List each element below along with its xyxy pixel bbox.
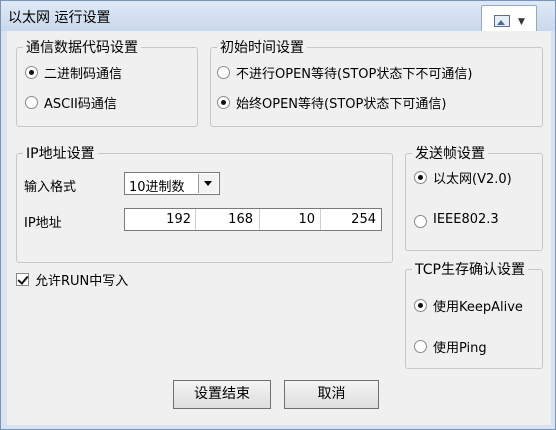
radio-use-ping[interactable] [414,340,427,353]
radio-always-open-wait[interactable] [217,96,230,109]
initial-timing-legend: 初始时间设置 [220,40,304,56]
radio-ethernet-v2[interactable] [414,171,427,184]
chevron-down-icon: ▼ [518,17,525,27]
radio-ethernet-v2-label[interactable]: 以太网(V2.0) [433,168,512,187]
radio-ascii-code[interactable] [25,96,38,109]
ip-octet-1[interactable]: 192 [129,212,191,227]
comm-code-legend: 通信数据代码设置 [26,40,138,56]
tcp-keepalive-legend: TCP生存确认设置 [415,262,525,278]
initial-timing-group: 初始时间设置 [210,37,543,127]
radio-no-open-wait[interactable] [217,66,230,79]
input-format-select[interactable]: 10进制数 [124,172,220,195]
cancel-button[interactable]: 取消 [284,380,379,409]
settings-dialog: 以太网 运行设置 ▼ 通信数据代码设置 二进制码通信 ASCII码通信 初始时间… [0,0,556,430]
input-format-value: 10进制数 [129,180,185,195]
radio-use-keepalive[interactable] [414,299,427,312]
ip-address-field[interactable]: 192 168 10 254 [124,208,382,231]
allow-run-write-checkbox[interactable] [16,273,29,286]
picture-icon [494,15,510,27]
radio-ascii-code-label[interactable]: ASCII码通信 [44,93,117,112]
radio-always-open-wait-label[interactable]: 始终OPEN等待(STOP状态下可通信) [236,93,446,112]
chevron-down-icon[interactable] [198,174,218,193]
radio-ieee8023-label[interactable]: IEEE802.3 [433,212,499,227]
ip-settings-legend: IP地址设置 [26,146,95,162]
ip-octet-separator [195,209,196,230]
radio-binary-code[interactable] [25,66,38,79]
ip-octet-separator [320,209,321,230]
finish-settings-button[interactable]: 设置结束 [173,380,271,409]
window-title: 以太网 运行设置 [8,10,111,26]
ip-address-label: IP地址 [24,216,62,231]
ip-octet-4[interactable]: 254 [322,212,376,227]
radio-ieee8023[interactable] [414,215,427,228]
allow-run-write-label[interactable]: 允许RUN中写入 [35,270,128,289]
title-bar: 以太网 运行设置 ▼ [1,1,555,35]
ip-octet-3[interactable]: 10 [261,212,315,227]
ip-octet-2[interactable]: 168 [197,212,253,227]
radio-use-keepalive-label[interactable]: 使用KeepAlive [433,296,523,315]
ip-octet-separator [259,209,260,230]
dialog-client-area: 通信数据代码设置 二进制码通信 ASCII码通信 初始时间设置 不进行OPEN等… [7,31,551,425]
input-format-label: 输入格式 [24,180,77,195]
comm-code-group: 通信数据代码设置 [16,37,198,127]
send-frame-group: 发送帧设置 [405,143,543,251]
ip-settings-group: IP地址设置 [16,143,393,263]
send-frame-legend: 发送帧设置 [415,146,485,162]
radio-binary-code-label[interactable]: 二进制码通信 [44,63,122,82]
radio-no-open-wait-label[interactable]: 不进行OPEN等待(STOP状态下不可通信) [236,63,472,82]
radio-use-ping-label[interactable]: 使用Ping [433,337,487,356]
